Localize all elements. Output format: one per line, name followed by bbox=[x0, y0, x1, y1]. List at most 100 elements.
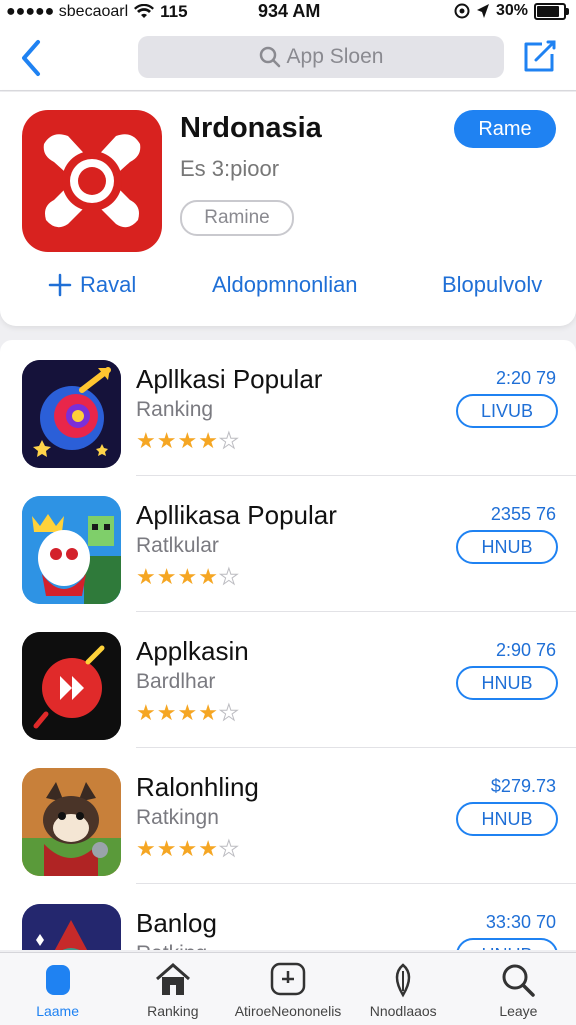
carrier-label: ●●●●● sbecaoarl bbox=[6, 3, 129, 20]
wifi-icon bbox=[134, 4, 155, 18]
star-icon: ★ bbox=[136, 564, 156, 589]
get-button[interactable]: HNUB bbox=[456, 802, 558, 836]
tab-nnodlaaos[interactable]: Nnodlaaos bbox=[346, 953, 461, 1025]
app-icon[interactable] bbox=[22, 496, 121, 604]
get-button[interactable]: HNUB bbox=[456, 666, 558, 700]
search-icon bbox=[502, 964, 536, 997]
star-icon: ★ bbox=[198, 564, 218, 589]
search-placeholder: App Sloen bbox=[286, 45, 384, 68]
get-button[interactable]: HNUB bbox=[456, 938, 558, 950]
rating-stars: ★ ★ ★ ★ ★ bbox=[136, 836, 239, 861]
today-icon bbox=[45, 965, 70, 995]
search-input[interactable]: App Sloen bbox=[138, 36, 504, 78]
tab-ranking[interactable]: Ranking bbox=[115, 953, 230, 1025]
featured-card[interactable]: Nrdonasia Es 3:pioor Ramine Rame Raval A… bbox=[0, 92, 576, 326]
star-icon: ★ bbox=[177, 564, 198, 589]
tab-label: AtiroeNeononelis bbox=[234, 1003, 342, 1019]
app-icon[interactable] bbox=[22, 904, 121, 950]
app-price: 2:90 76 bbox=[495, 640, 556, 660]
star-icon: ★ bbox=[156, 700, 177, 725]
app-name: Applkasin bbox=[136, 636, 249, 666]
star-icon: ★ bbox=[198, 836, 218, 861]
star-icon: ★ bbox=[177, 428, 198, 453]
list-item[interactable]: Banlog Ratkipg 33:30 70 HNUB bbox=[0, 884, 576, 950]
app-list: Apllkasi Popular Ranking ★ ★ ★ ★ ★ 2:20 79 L… bbox=[0, 340, 576, 950]
featured-subtitle: Es 3:pioor bbox=[180, 156, 280, 181]
app-price: 2:20 79 bbox=[495, 368, 556, 388]
signal-label: 115 bbox=[160, 2, 188, 21]
app-category: Ranking bbox=[136, 398, 214, 421]
featured-link-aldopmnonlian[interactable]: Aldopmnonlian bbox=[212, 272, 358, 298]
star-icon: ★ bbox=[198, 428, 218, 453]
play-ball-icon bbox=[22, 632, 121, 740]
tab-leaye[interactable]: Leaye bbox=[461, 953, 576, 1025]
app-price: $279.73 bbox=[490, 776, 556, 796]
back-button[interactable] bbox=[16, 36, 56, 80]
status-time: 934 AM bbox=[258, 1, 321, 21]
star-icon: ★ bbox=[177, 836, 198, 861]
target-logo-icon bbox=[43, 134, 141, 228]
status-right: 30% bbox=[454, 2, 569, 20]
app-category: Ratlkular bbox=[136, 534, 219, 557]
featured-link-raval[interactable]: Raval bbox=[48, 272, 136, 298]
star-icon: ★ bbox=[177, 700, 198, 725]
status-left: ●●●●● sbecaoarl 115 bbox=[6, 2, 188, 22]
star-icon: ★ bbox=[156, 564, 177, 589]
app-category: Ratkingn bbox=[136, 806, 219, 829]
app-category: Bardlhar bbox=[136, 670, 216, 693]
rating-stars: ★ ★ ★ ★ ★ bbox=[136, 700, 239, 725]
chevron-left-icon bbox=[22, 40, 40, 76]
app-name: Apllikasa Popular bbox=[136, 500, 337, 530]
app-price: 33:30 70 bbox=[485, 912, 556, 932]
app-icon[interactable] bbox=[22, 768, 121, 876]
featured-action-button[interactable]: Rame bbox=[454, 110, 556, 148]
star-icon: ★ bbox=[136, 700, 156, 725]
app-icon[interactable] bbox=[22, 632, 121, 740]
get-button[interactable]: LIVUB bbox=[456, 394, 558, 428]
apps-icon bbox=[270, 962, 306, 996]
status-bar: ●●●●● sbecaoarl 115 934 AM 30% bbox=[0, 0, 576, 24]
hooded-character-icon bbox=[22, 904, 121, 950]
list-item[interactable]: Ralonhling Ratkingn ★ ★ ★ ★ ★ $279.73 HNUB bbox=[0, 748, 576, 884]
nav-bar: App Sloen bbox=[0, 24, 576, 91]
list-item[interactable]: Apllikasa Popular Ratlkular ★ ★ ★ ★ ★ 2355 7… bbox=[0, 476, 576, 612]
star-empty-icon: ★ bbox=[218, 564, 239, 589]
rating-stars: ★ ★ ★ ★ ★ bbox=[136, 428, 239, 453]
rocket-orb-icon bbox=[22, 360, 121, 468]
compose-icon bbox=[524, 40, 556, 72]
battery-icon bbox=[534, 2, 569, 20]
star-icon: ★ bbox=[156, 428, 177, 453]
location-icon bbox=[476, 4, 489, 18]
app-icon[interactable] bbox=[22, 360, 121, 468]
star-icon: ★ bbox=[198, 700, 218, 725]
list-item[interactable]: Apllkasi Popular Ranking ★ ★ ★ ★ ★ 2:20 79 L… bbox=[0, 340, 576, 476]
fox-character-icon bbox=[22, 768, 121, 876]
tab-label: Ranking bbox=[147, 1003, 199, 1019]
app-name: Apllkasi Popular bbox=[136, 364, 323, 394]
compose-button[interactable] bbox=[520, 36, 560, 76]
tab-label: Nnodlaaos bbox=[369, 1003, 437, 1019]
plus-icon bbox=[48, 273, 72, 297]
monster-character-icon bbox=[22, 496, 121, 604]
star-half-icon: ★ bbox=[218, 700, 239, 725]
star-icon: ★ bbox=[156, 836, 177, 861]
lock-rotation-icon bbox=[454, 3, 470, 19]
list-item[interactable]: Applkasin Bardlhar ★ ★ ★ ★ ★ 2:90 76 HNUB bbox=[0, 612, 576, 748]
featured-title: Nrdonasia bbox=[180, 112, 322, 144]
tab-label: Laame bbox=[36, 1003, 79, 1019]
app-name: Ralonhling bbox=[136, 772, 259, 802]
updates-icon bbox=[395, 963, 411, 998]
featured-link-blopulvolv[interactable]: Blopulvolv bbox=[442, 272, 542, 298]
tab-atiroeneononelis[interactable]: AtiroeNeononelis bbox=[230, 953, 345, 1025]
star-icon: ★ bbox=[136, 836, 156, 861]
tab-label: Leaye bbox=[499, 1003, 538, 1019]
featured-app-icon[interactable] bbox=[22, 110, 162, 252]
get-button[interactable]: HNUB bbox=[456, 530, 558, 564]
featured-tag[interactable]: Ramine bbox=[180, 200, 294, 236]
star-empty-icon: ★ bbox=[218, 428, 239, 453]
home-icon bbox=[155, 963, 190, 995]
star-empty-icon: ★ bbox=[218, 836, 239, 861]
rating-stars: ★ ★ ★ ★ ★ bbox=[136, 564, 239, 589]
search-icon bbox=[259, 46, 280, 68]
tab-laame[interactable]: Laame bbox=[0, 953, 115, 1025]
